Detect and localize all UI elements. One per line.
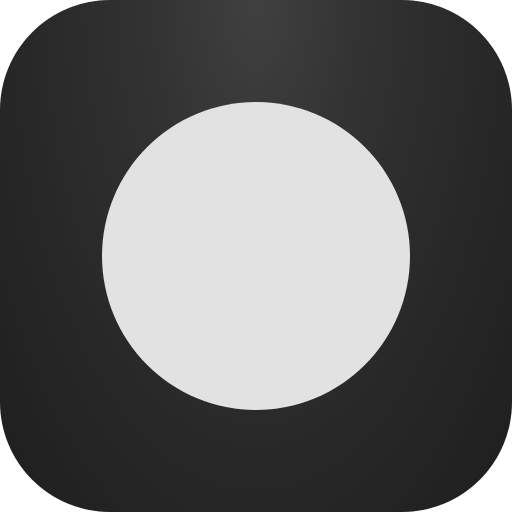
record-circle-icon (102, 102, 410, 410)
app-icon[interactable] (0, 0, 512, 512)
